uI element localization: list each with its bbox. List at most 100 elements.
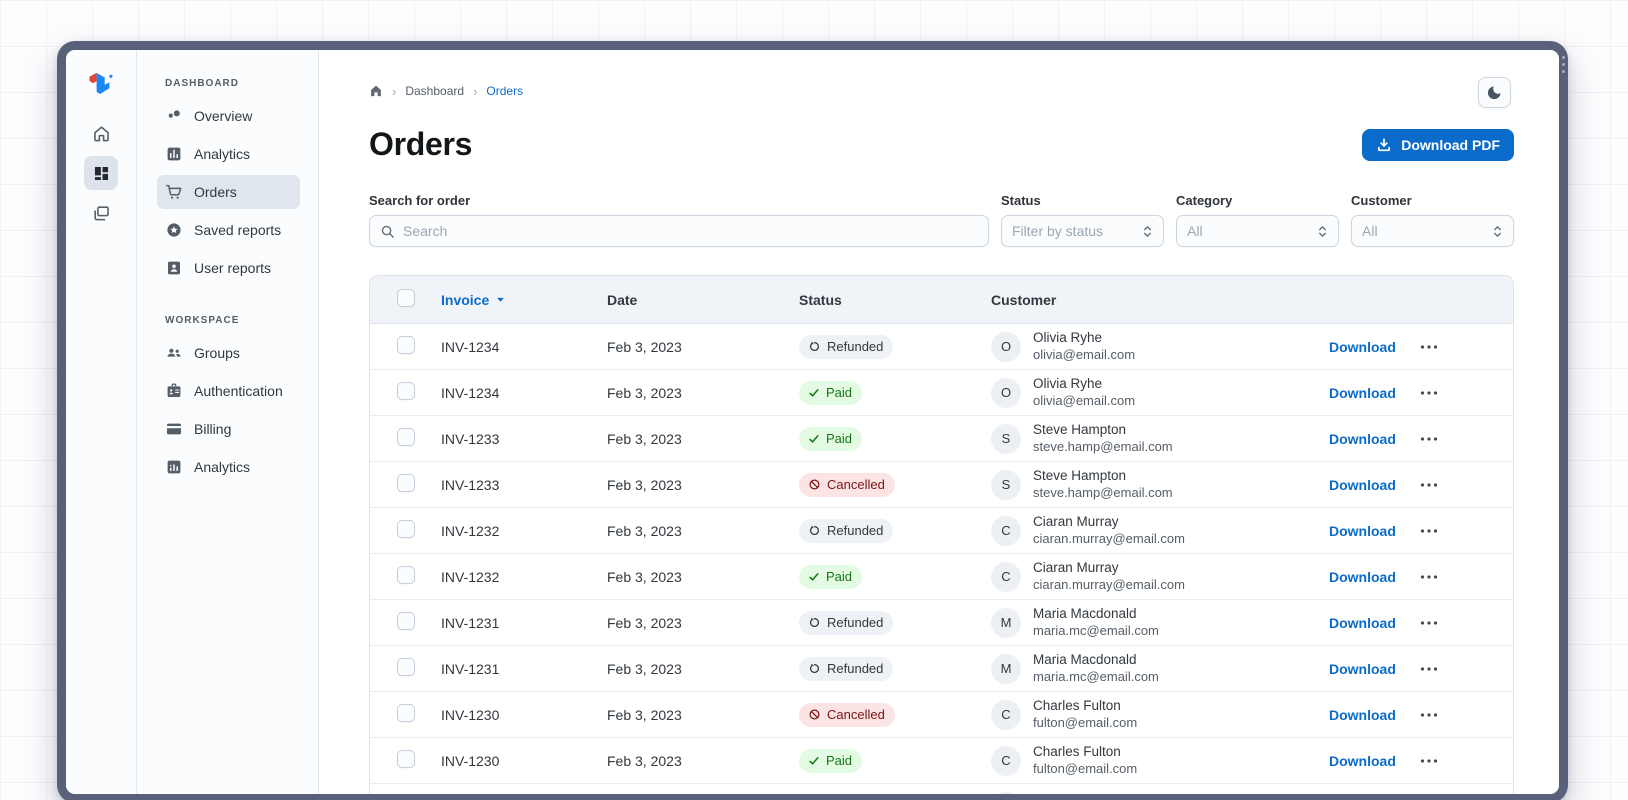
sidebar-item-user-reports[interactable]: User reports bbox=[157, 251, 300, 285]
refresh-icon bbox=[808, 662, 821, 675]
date-cell: Feb 3, 2023 bbox=[607, 706, 682, 723]
date-cell: Feb 3, 2023 bbox=[607, 614, 682, 631]
sidebar-item-label: User reports bbox=[194, 260, 272, 276]
download-link[interactable]: Download bbox=[1329, 477, 1396, 493]
customer-name: Ciaran Murray bbox=[1033, 513, 1119, 529]
dashboard-icon bbox=[92, 164, 111, 183]
invoice-cell: INV-1234 bbox=[441, 384, 500, 401]
status-chip: Cancelled bbox=[799, 702, 895, 727]
desktop-background: DASHBOARD Overview Analytics Orders Save… bbox=[0, 0, 1628, 800]
customer-email: maria.mc@email.com bbox=[1033, 668, 1159, 684]
chevron-updown-icon bbox=[1492, 224, 1503, 239]
status-filter-value: Filter by status bbox=[1012, 223, 1104, 239]
orders-table: Invoice Date Status Customer INV-1234 Fe… bbox=[369, 275, 1514, 794]
page-title: Orders bbox=[369, 126, 473, 162]
sidebar-item-authentication[interactable]: Authentication bbox=[157, 374, 300, 408]
table-row: INV-1230 Feb 3, 2023 bbox=[370, 738, 1513, 784]
row-checkbox[interactable] bbox=[397, 612, 415, 630]
row-menu-button[interactable] bbox=[1420, 712, 1438, 717]
column-header-customer: Customer bbox=[991, 291, 1057, 308]
bar-chart-icon bbox=[165, 145, 183, 163]
status-filter-label: Status bbox=[1001, 193, 1041, 208]
table-body: INV-1234 Feb 3, 2023 Refunded O Olivia R… bbox=[370, 324, 1513, 794]
column-header-invoice[interactable]: Invoice bbox=[441, 292, 607, 308]
sidebar-item-analytics[interactable]: Analytics bbox=[157, 137, 300, 171]
download-link[interactable]: Download bbox=[1329, 339, 1396, 355]
sidebar-item-label: Authentication bbox=[194, 383, 283, 399]
customer-email: fulton@email.com bbox=[1033, 760, 1138, 776]
row-checkbox[interactable] bbox=[397, 704, 415, 722]
search-input[interactable] bbox=[403, 223, 978, 239]
row-checkbox[interactable] bbox=[397, 474, 415, 492]
sidebar-item-groups[interactable]: Groups bbox=[157, 336, 300, 370]
chart-icon bbox=[165, 458, 183, 476]
table-row: INV-1233 Feb 3, 2023 bbox=[370, 416, 1513, 462]
status-chip: Refunded bbox=[799, 656, 894, 681]
customer-name: Steve Hampton bbox=[1033, 421, 1127, 437]
sidebar-item-workspace-analytics[interactable]: Analytics bbox=[157, 450, 300, 484]
row-checkbox[interactable] bbox=[397, 520, 415, 538]
table-header-row: Invoice Date Status Customer bbox=[370, 276, 1513, 324]
moon-icon bbox=[1486, 84, 1503, 101]
row-menu-button[interactable] bbox=[1420, 574, 1438, 579]
row-menu-button[interactable] bbox=[1420, 528, 1438, 533]
customer-email: olivia@email.com bbox=[1033, 392, 1136, 408]
row-checkbox[interactable] bbox=[397, 566, 415, 584]
row-checkbox[interactable] bbox=[397, 336, 415, 354]
app-window: DASHBOARD Overview Analytics Orders Save… bbox=[57, 41, 1568, 800]
download-link[interactable]: Download bbox=[1329, 707, 1396, 723]
check-icon bbox=[808, 433, 820, 445]
customer-email: steve.hamp@email.com bbox=[1033, 484, 1173, 500]
table-row: INV-1232 Feb 3, 2023 bbox=[370, 508, 1513, 554]
sidebar-item-orders[interactable]: Orders bbox=[157, 175, 300, 209]
row-checkbox[interactable] bbox=[397, 382, 415, 400]
download-link[interactable]: Download bbox=[1329, 753, 1396, 769]
download-link[interactable]: Download bbox=[1329, 431, 1396, 447]
scrollbar-dots[interactable] bbox=[1561, 56, 1565, 73]
status-filter-select[interactable]: Filter by status bbox=[1001, 215, 1164, 247]
status-chip: Paid bbox=[799, 748, 863, 773]
download-link[interactable]: Download bbox=[1329, 523, 1396, 539]
row-menu-button[interactable] bbox=[1420, 758, 1438, 763]
customer-filter-select[interactable]: All bbox=[1351, 215, 1514, 247]
column-header-date: Date bbox=[607, 291, 638, 308]
mui-logo-icon bbox=[88, 72, 115, 96]
row-menu-button[interactable] bbox=[1420, 436, 1438, 441]
select-all-checkbox[interactable] bbox=[397, 289, 415, 307]
row-menu-button[interactable] bbox=[1420, 666, 1438, 671]
rail-home-button[interactable] bbox=[84, 116, 118, 150]
sidebar-item-saved-reports[interactable]: Saved reports bbox=[157, 213, 300, 247]
row-checkbox[interactable] bbox=[397, 658, 415, 676]
download-pdf-button[interactable]: Download PDF bbox=[1362, 128, 1514, 161]
star-icon bbox=[165, 221, 183, 239]
theme-toggle-button[interactable] bbox=[1478, 77, 1511, 108]
download-link[interactable]: Download bbox=[1329, 615, 1396, 631]
table-row: INV-1231 Feb 3, 2023 Refunded M Maria Ma… bbox=[370, 646, 1513, 692]
check-icon bbox=[808, 387, 820, 399]
invoice-cell: INV-1232 bbox=[441, 568, 500, 585]
search-label: Search for order bbox=[369, 193, 471, 208]
sidebar-item-overview[interactable]: Overview bbox=[157, 99, 300, 133]
rail-layers-button[interactable] bbox=[84, 196, 118, 230]
row-checkbox[interactable] bbox=[397, 750, 415, 768]
row-menu-button[interactable] bbox=[1420, 344, 1438, 349]
avatar: C bbox=[991, 515, 1021, 546]
download-link[interactable]: Download bbox=[1329, 661, 1396, 677]
row-menu-button[interactable] bbox=[1420, 390, 1438, 395]
refresh-icon bbox=[808, 616, 821, 629]
home-icon[interactable] bbox=[369, 84, 383, 98]
sidebar-item-billing[interactable]: Billing bbox=[157, 412, 300, 446]
row-menu-button[interactable] bbox=[1420, 620, 1438, 625]
row-checkbox[interactable] bbox=[397, 428, 415, 446]
download-link[interactable]: Download bbox=[1329, 385, 1396, 401]
breadcrumb-dashboard[interactable]: Dashboard bbox=[405, 84, 464, 98]
sidebar-item-label: Billing bbox=[194, 421, 232, 437]
download-icon bbox=[1376, 137, 1392, 153]
download-link[interactable]: Download bbox=[1329, 569, 1396, 585]
category-filter-select[interactable]: All bbox=[1176, 215, 1339, 247]
row-menu-button[interactable] bbox=[1420, 482, 1438, 487]
chevron-updown-icon bbox=[1142, 224, 1153, 239]
rail-dashboard-button[interactable] bbox=[84, 156, 118, 190]
customer-email: ciaran.murray@email.com bbox=[1033, 530, 1185, 546]
breadcrumb: › Dashboard › Orders bbox=[369, 84, 1514, 98]
